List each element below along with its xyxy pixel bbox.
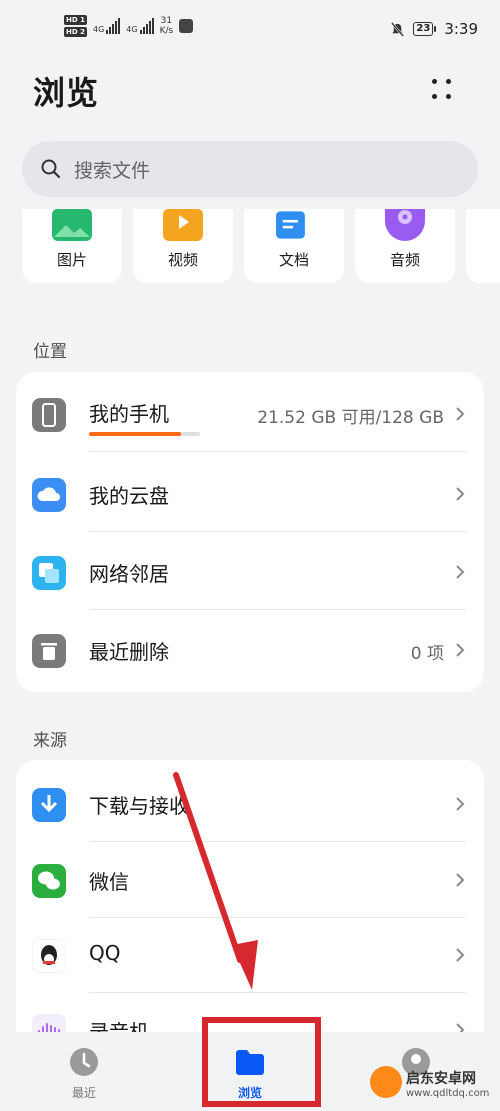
nav-label: 最近 <box>71 1086 96 1100</box>
annotation-highlight-box <box>202 1017 321 1107</box>
source-wechat[interactable]: 微信 <box>16 840 484 918</box>
source-downloads[interactable]: 下载与接收 <box>16 764 484 842</box>
signal-icon-1 <box>106 18 121 34</box>
category-more[interactable] <box>466 209 500 283</box>
locations-card: 我的手机 21.52 GB 可用/128 GB 我的云盘 网络邻居 最近删除 0 <box>16 372 484 692</box>
chevron-right-icon <box>456 643 465 657</box>
row-label: 最近删除 <box>89 640 169 664</box>
category-label: 文档 <box>278 251 309 269</box>
watermark-logo-icon <box>370 1066 402 1098</box>
location-network-neighbor[interactable]: 网络邻居 <box>16 532 484 610</box>
category-audio[interactable]: 音频 <box>355 209 455 283</box>
cloud-icon <box>32 478 66 512</box>
network-type-2: 4G <box>126 25 138 34</box>
battery-icon: 23 <box>413 22 437 36</box>
row-label: 下载与接收 <box>89 794 189 818</box>
status-bar: HD 1 HD 2 4G 4G 31 K/s 23 3:39 <box>0 0 500 60</box>
search-placeholder: 搜索文件 <box>74 159 151 182</box>
category-videos[interactable]: 视频 <box>133 209 233 283</box>
page-title: 浏览 <box>33 74 100 112</box>
row-label: 微信 <box>89 870 129 894</box>
chevron-right-icon <box>456 797 465 811</box>
nav-recent[interactable]: 最近 <box>34 1032 134 1111</box>
row-label: 网络邻居 <box>89 562 169 586</box>
chevron-right-icon <box>456 407 465 421</box>
search-icon <box>41 159 61 179</box>
network-speed: 31 K/s <box>159 16 174 36</box>
row-label: QQ <box>89 941 121 965</box>
row-label: 我的云盘 <box>89 484 169 508</box>
audio-icon <box>385 209 425 241</box>
deleted-count: 0 项 <box>410 644 444 664</box>
hd-badge-1: HD 1 <box>64 15 87 25</box>
trash-icon <box>32 634 66 668</box>
wechat-icon <box>32 864 66 898</box>
category-strip[interactable]: 图片 视频 文档 音频 <box>22 209 500 283</box>
sources-card: 下载与接收 微信 QQ 录音机 <box>16 760 484 1060</box>
category-documents[interactable]: 文档 <box>244 209 344 283</box>
chevron-right-icon <box>456 873 465 887</box>
category-label: 视频 <box>167 251 198 269</box>
location-my-cloud[interactable]: 我的云盘 <box>16 454 484 532</box>
bell-muted-icon <box>391 21 405 37</box>
category-label: 图片 <box>56 251 87 269</box>
search-input[interactable]: 搜索文件 <box>22 141 478 197</box>
location-recently-deleted[interactable]: 最近删除 0 项 <box>16 610 484 688</box>
section-title-sources: 来源 <box>33 731 67 751</box>
chevron-right-icon <box>456 487 465 501</box>
clock-time: 3:39 <box>444 20 478 38</box>
download-icon <box>32 788 66 822</box>
more-dots-icon[interactable] <box>420 72 460 108</box>
network-type-1: 4G <box>92 25 105 34</box>
status-bar-right: 23 3:39 <box>390 20 478 38</box>
storage-usage-bar <box>89 432 200 436</box>
status-bar-left: HD 1 HD 2 4G 4G 31 K/s <box>64 15 194 37</box>
location-my-phone[interactable]: 我的手机 21.52 GB 可用/128 GB <box>16 374 484 452</box>
notification-app-icon <box>179 19 194 33</box>
watermark-name: 启东安卓网 <box>406 1071 476 1087</box>
phone-icon <box>32 398 66 432</box>
chevron-right-icon <box>456 948 465 962</box>
source-qq[interactable]: QQ <box>16 915 484 993</box>
clock-icon <box>70 1048 98 1076</box>
category-label: 音频 <box>389 251 420 269</box>
storage-text: 21.52 GB 可用/128 GB <box>257 408 444 428</box>
chevron-right-icon <box>456 565 465 579</box>
watermark-url: www.qdltdq.com <box>406 1088 490 1099</box>
video-icon <box>163 209 203 241</box>
qq-icon <box>32 939 66 973</box>
image-icon <box>52 209 92 241</box>
watermark: 启东安卓网 www.qdltdq.com <box>370 1062 500 1110</box>
row-label: 我的手机 <box>89 402 169 426</box>
network-icon <box>32 556 66 590</box>
hd-badge-2: HD 2 <box>64 27 87 37</box>
document-icon <box>276 211 305 239</box>
signal-icon-2 <box>139 18 154 34</box>
category-images[interactable]: 图片 <box>22 209 122 283</box>
section-title-locations: 位置 <box>33 342 67 362</box>
